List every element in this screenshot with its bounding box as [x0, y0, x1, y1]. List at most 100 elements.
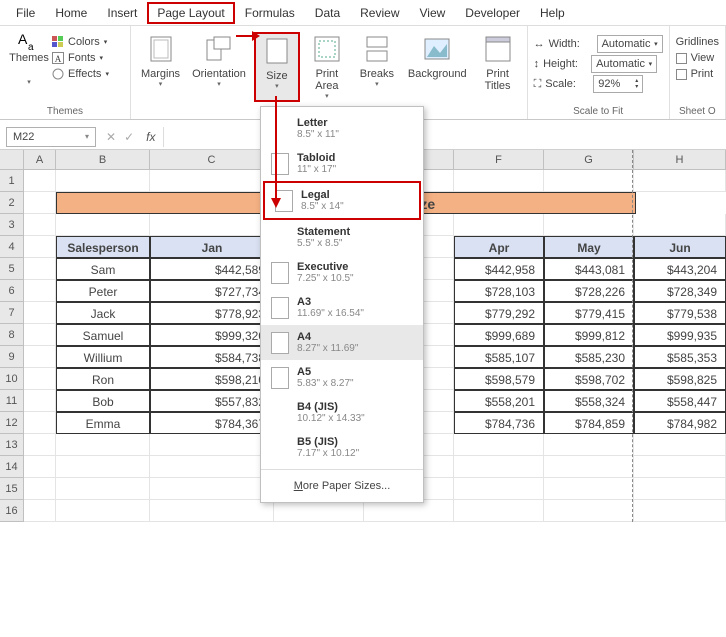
menu-developer[interactable]: Developer: [455, 2, 530, 24]
cell[interactable]: [150, 434, 274, 456]
cell[interactable]: [454, 500, 544, 522]
scale-spinner[interactable]: 92%▴▾: [593, 75, 643, 93]
menu-review[interactable]: Review: [350, 2, 409, 24]
col-header[interactable]: A: [24, 150, 56, 169]
cell[interactable]: Emma: [56, 412, 150, 434]
cell[interactable]: $728,226: [544, 280, 634, 302]
cell[interactable]: Jack: [56, 302, 150, 324]
cell[interactable]: Peter: [56, 280, 150, 302]
cell[interactable]: [24, 456, 56, 478]
fx-ok-icon[interactable]: ✓: [124, 130, 134, 144]
row-header[interactable]: 6: [0, 280, 24, 302]
col-header[interactable]: G: [544, 150, 634, 169]
cell[interactable]: [56, 456, 150, 478]
fx-icon[interactable]: fx: [146, 130, 155, 144]
row-header[interactable]: 4: [0, 236, 24, 258]
cell[interactable]: $784,367: [150, 412, 274, 434]
cell[interactable]: [24, 170, 56, 192]
cell[interactable]: $999,935: [634, 324, 726, 346]
paper-size-executive[interactable]: Executive7.25" x 10.5": [261, 255, 423, 290]
cell[interactable]: [150, 170, 274, 192]
cell[interactable]: Bob: [56, 390, 150, 412]
paper-size-letter[interactable]: Letter8.5" x 11": [261, 111, 423, 146]
name-box[interactable]: M22▾: [6, 127, 96, 147]
cell[interactable]: $585,353: [634, 346, 726, 368]
cell[interactable]: $779,292: [454, 302, 544, 324]
cell[interactable]: [24, 258, 56, 280]
cell[interactable]: [56, 170, 150, 192]
cell[interactable]: [56, 214, 150, 236]
cell[interactable]: [24, 368, 56, 390]
width-dropdown[interactable]: Automatic▾: [597, 35, 663, 53]
cell[interactable]: [24, 324, 56, 346]
cell[interactable]: May: [544, 236, 634, 258]
formula-input[interactable]: [163, 127, 726, 147]
cell[interactable]: $727,734: [150, 280, 274, 302]
cell[interactable]: [544, 478, 634, 500]
cell[interactable]: [24, 346, 56, 368]
cell[interactable]: $584,738: [150, 346, 274, 368]
cell[interactable]: $443,204: [634, 258, 726, 280]
cell[interactable]: [544, 214, 634, 236]
cell[interactable]: [364, 500, 454, 522]
cell[interactable]: $784,736: [454, 412, 544, 434]
row-header[interactable]: 8: [0, 324, 24, 346]
cell[interactable]: $598,579: [454, 368, 544, 390]
cell[interactable]: [544, 500, 634, 522]
cell[interactable]: $778,923: [150, 302, 274, 324]
cell[interactable]: $598,702: [544, 368, 634, 390]
cell[interactable]: [24, 302, 56, 324]
cell[interactable]: $443,081: [544, 258, 634, 280]
row-header[interactable]: 1: [0, 170, 24, 192]
cell[interactable]: $999,689: [454, 324, 544, 346]
paper-size-b5-jis-[interactable]: B5 (JIS)7.17" x 10.12": [261, 430, 423, 465]
paper-size-statement[interactable]: Statement5.5" x 8.5": [261, 220, 423, 255]
colors-button[interactable]: Colors▾: [52, 34, 124, 50]
cell[interactable]: [544, 170, 634, 192]
size-button[interactable]: Size▾: [254, 32, 300, 102]
cell[interactable]: [454, 214, 544, 236]
cell[interactable]: [24, 214, 56, 236]
margins-button[interactable]: Margins▾: [137, 32, 184, 102]
cell[interactable]: $999,320: [150, 324, 274, 346]
paper-size-legal[interactable]: Legal8.5" x 14": [263, 181, 421, 220]
menu-data[interactable]: Data: [305, 2, 350, 24]
cell[interactable]: [634, 170, 726, 192]
cell[interactable]: $999,812: [544, 324, 634, 346]
cell[interactable]: Sam: [56, 258, 150, 280]
cell[interactable]: [24, 412, 56, 434]
row-header[interactable]: 11: [0, 390, 24, 412]
row-header[interactable]: 14: [0, 456, 24, 478]
menu-insert[interactable]: Insert: [97, 2, 147, 24]
print-titles-button[interactable]: Print Titles: [475, 32, 521, 102]
cell[interactable]: Samuel: [56, 324, 150, 346]
menu-home[interactable]: Home: [45, 2, 97, 24]
paper-size-b4-jis-[interactable]: B4 (JIS)10.12" x 14.33": [261, 395, 423, 430]
background-button[interactable]: Background: [404, 32, 471, 102]
height-dropdown[interactable]: Automatic▾: [591, 55, 657, 73]
cell[interactable]: Ron: [56, 368, 150, 390]
cell[interactable]: [544, 434, 634, 456]
fx-cancel-icon[interactable]: ✕: [106, 130, 116, 144]
cell[interactable]: [150, 478, 274, 500]
cell[interactable]: [24, 236, 56, 258]
cell[interactable]: $598,825: [634, 368, 726, 390]
cell[interactable]: $784,859: [544, 412, 634, 434]
themes-button[interactable]: Aa Themes ▾: [6, 28, 52, 102]
row-header[interactable]: 13: [0, 434, 24, 456]
view-checkbox[interactable]: View: [676, 50, 719, 66]
fonts-button[interactable]: AFonts▾: [52, 50, 124, 66]
menu-formulas[interactable]: Formulas: [235, 2, 305, 24]
print-checkbox[interactable]: Print: [676, 66, 719, 82]
cell[interactable]: $558,201: [454, 390, 544, 412]
cell[interactable]: [150, 500, 274, 522]
row-header[interactable]: 3: [0, 214, 24, 236]
paper-size-a3[interactable]: A311.69" x 16.54": [261, 290, 423, 325]
cell[interactable]: [24, 192, 56, 214]
col-header[interactable]: F: [454, 150, 544, 169]
cell[interactable]: [544, 456, 634, 478]
cell[interactable]: $558,324: [544, 390, 634, 412]
cell[interactable]: $442,958: [454, 258, 544, 280]
cell[interactable]: [454, 434, 544, 456]
row-header[interactable]: 2: [0, 192, 24, 214]
